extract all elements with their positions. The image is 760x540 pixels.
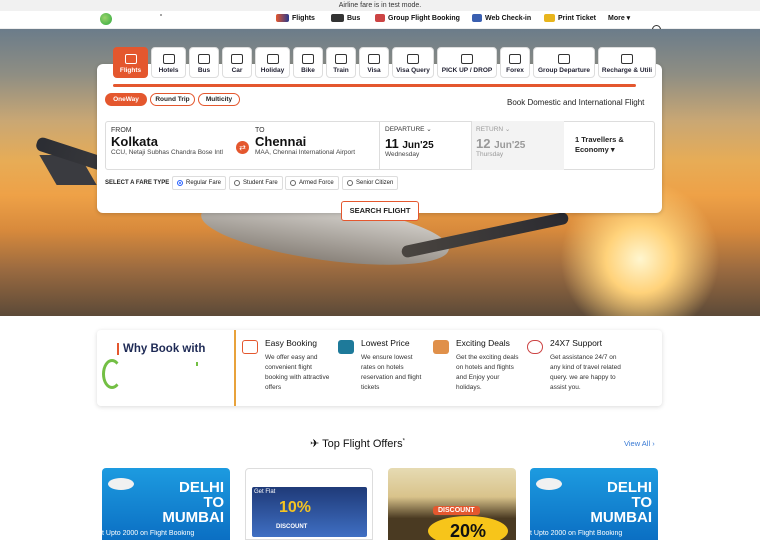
mobile-icon [621, 54, 633, 64]
logo-mark-dot [160, 14, 162, 16]
radio-icon [234, 180, 240, 186]
feature-lowest-price: Lowest Price We ensure lowest rates on h… [338, 338, 428, 393]
from-airport: CCU, Netaji Subhas Chandra Bose Intl [111, 149, 224, 156]
visa-icon [368, 54, 380, 64]
offer-card[interactable]: Get Flat 10% DISCOUNT [245, 468, 373, 540]
airplane-icon [536, 478, 562, 490]
group-icon [558, 54, 570, 64]
nav-print-ticket[interactable]: Print Ticket [544, 14, 596, 22]
bus-icon [198, 54, 210, 64]
test-mode-banner: Airline fare is in test mode. [0, 0, 760, 11]
tab-forex[interactable]: Forex [500, 47, 530, 78]
tab-visa[interactable]: Visa [359, 47, 389, 78]
service-tabs: Flights Hotels Bus Car Holiday Bike Trai… [113, 47, 656, 81]
departure-date-field[interactable]: DEPARTURE ⌄ 11 Jun'25 Wednesday [385, 121, 469, 170]
trip-oneway[interactable]: OneWay [105, 93, 147, 106]
airplane-icon [276, 14, 289, 22]
checkin-icon [472, 14, 482, 22]
fare-regular[interactable]: Regular Fare [172, 176, 227, 190]
to-field[interactable]: TO Chennai MAA, Chennai International Ai… [255, 121, 377, 170]
hotel-icon [162, 54, 175, 64]
fare-armed-force[interactable]: Armed Force [285, 176, 339, 190]
brand-logo [102, 359, 122, 389]
tab-flights[interactable]: Flights [113, 47, 148, 78]
airplane-icon [108, 478, 134, 490]
to-airport: MAA, Chennai International Airport [255, 149, 356, 156]
to-city: Chennai [255, 134, 307, 149]
radio-icon [177, 180, 183, 186]
nav-flights[interactable]: Flights [276, 14, 315, 22]
tab-recharge-utility[interactable]: Recharge & Utili [598, 47, 656, 78]
feature-support: 24X7 Support Get assistance 24/7 on any … [527, 338, 627, 393]
from-city: Kolkata [111, 134, 158, 149]
site-logo[interactable] [100, 13, 112, 25]
offer-card[interactable]: DELHI TO MUMBAI t Upto 2000 on Flight Book… [530, 468, 658, 540]
top-offers-heading: ✈ Top Flight Offers* [310, 438, 405, 450]
fare-type-label: SELECT A FARE TYPE [105, 180, 170, 186]
divider [234, 330, 236, 406]
bike-icon [302, 54, 314, 64]
price-tag-icon [338, 340, 354, 354]
money-bag-icon [509, 54, 521, 64]
top-navbar: Flights Bus Group Flight Booking Web Che… [0, 11, 760, 34]
tab-bus[interactable]: Bus [189, 47, 219, 78]
nav-bus[interactable]: Bus [331, 14, 360, 22]
tab-holiday[interactable]: Holiday [255, 47, 290, 78]
airplane-icon [124, 54, 137, 64]
divider [379, 121, 380, 170]
bus-icon [331, 14, 344, 22]
travellers-class-selector[interactable]: 1 Travellers & Economy ▾ [575, 121, 653, 170]
truck-icon [461, 54, 473, 64]
tab-visa-query[interactable]: Visa Query [392, 47, 434, 78]
return-date-field[interactable]: RETURN ⌄ 12 Jun'25 Thursday [472, 121, 564, 170]
brand-mark-dot [196, 362, 198, 366]
print-icon [544, 14, 555, 22]
panel-tagline: Book Domestic and International Flight [507, 98, 645, 107]
from-field[interactable]: FROM Kolkata CCU, Netaji Subhas Chandra … [111, 121, 233, 170]
deal-icon [433, 340, 449, 354]
why-book-title: Why Book with [117, 343, 205, 355]
tab-hotels[interactable]: Hotels [151, 47, 186, 78]
headset-icon [527, 340, 543, 354]
nav-more-dropdown[interactable]: More ▾ [608, 14, 630, 22]
view-all-link[interactable]: View All › [624, 439, 655, 448]
offer-card[interactable]: DISCOUNT 20% [388, 468, 516, 540]
umbrella-icon [266, 54, 279, 64]
fare-student[interactable]: Student Fare [229, 176, 283, 190]
trip-multicity[interactable]: Multicity [198, 93, 240, 106]
search-flight-button[interactable]: SEARCH FLIGHT [341, 201, 419, 221]
tab-pickup-drop[interactable]: PICK UP / DROP [437, 47, 497, 78]
tab-bike[interactable]: Bike [293, 47, 323, 78]
feature-easy-booking: Easy Booking We offer easy and convenien… [242, 338, 332, 393]
trip-roundtrip[interactable]: Round Trip [150, 93, 195, 106]
tab-car[interactable]: Car [222, 47, 252, 78]
offer-card[interactable]: DELHI TO MUMBAI t Upto 2000 on Flight Book… [102, 468, 230, 540]
group-icon [375, 14, 385, 22]
visa-icon [407, 54, 419, 64]
active-tab-indicator [113, 84, 636, 87]
pointer-icon [242, 340, 258, 354]
radio-icon [290, 180, 296, 186]
train-icon [335, 54, 347, 64]
nav-web-checkin[interactable]: Web Check-in [472, 14, 531, 22]
radio-icon [347, 180, 353, 186]
tab-train[interactable]: Train [326, 47, 356, 78]
fare-senior-citizen[interactable]: Senior Citizen [342, 176, 399, 190]
swap-icon[interactable]: ⇄ [236, 141, 249, 154]
feature-exciting-deals: Exciting Deals Get the exciting deals on… [433, 338, 523, 393]
car-icon [231, 54, 243, 64]
tab-group-departure[interactable]: Group Departure [533, 47, 595, 78]
nav-group-flight-booking[interactable]: Group Flight Booking [375, 14, 460, 22]
